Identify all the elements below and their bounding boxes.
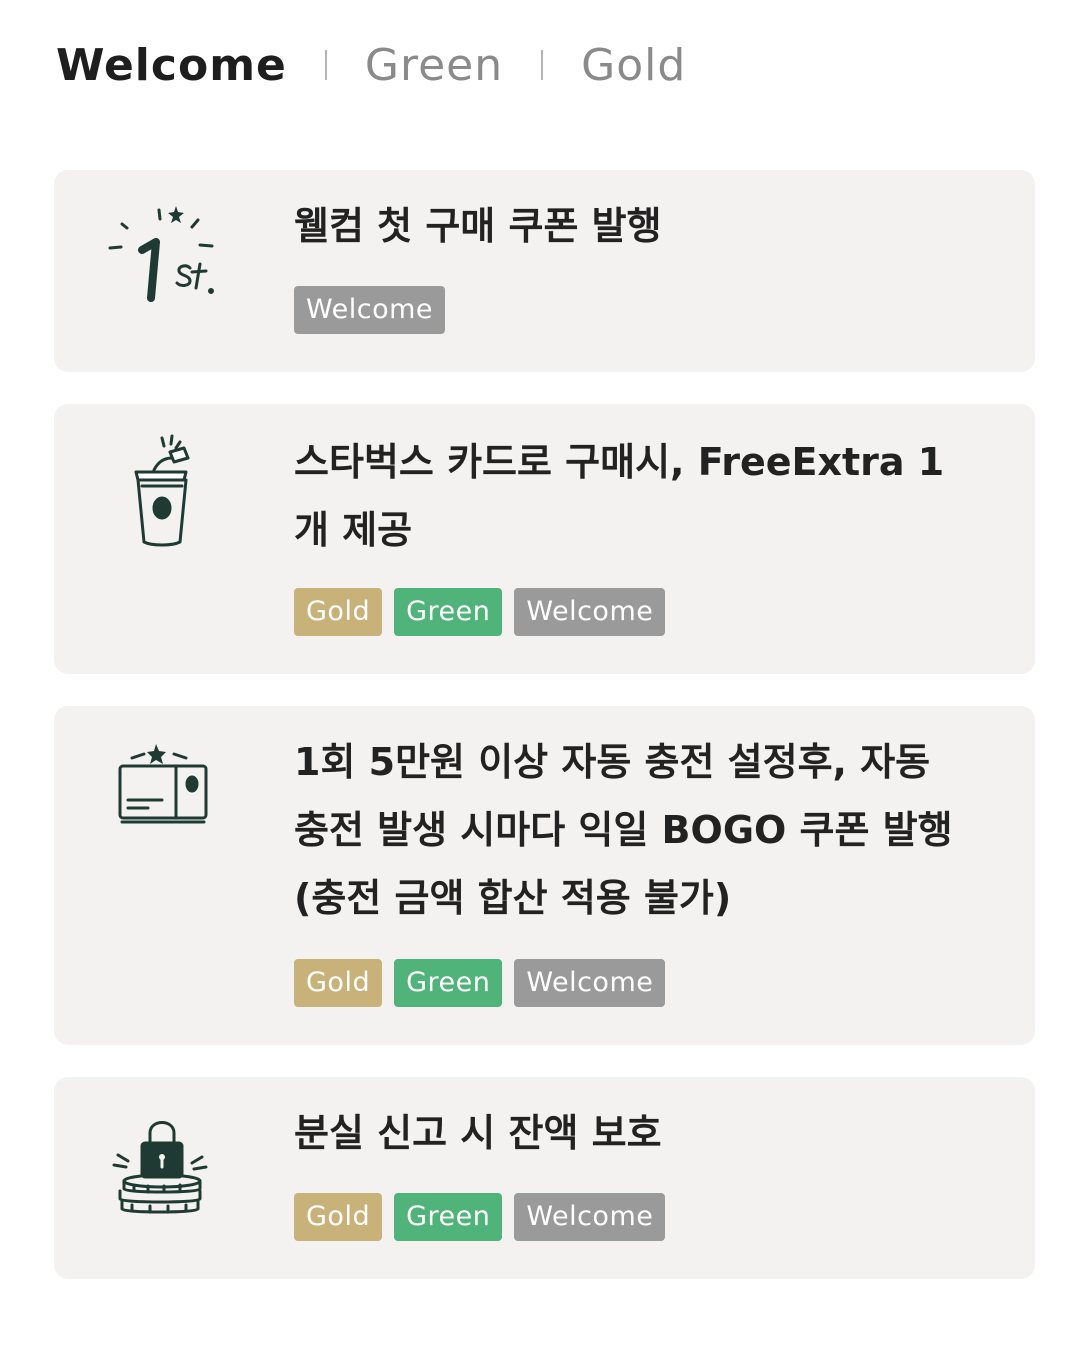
badge-green: Green [394, 959, 503, 1007]
badge-group: Gold Green Welcome [294, 1193, 666, 1241]
benefit-title: 웰컴 첫 구매 쿠폰 발행 [294, 204, 662, 248]
card-charge-icon [104, 736, 220, 852]
badge-gold: Gold [294, 588, 383, 636]
benefit-title: 1회 5만원 이상 자동 충전 설정후, 자동 충전 발생 시마다 익일 BOG… [294, 740, 953, 920]
badge-group: Welcome [294, 286, 446, 334]
tier-tabs: Welcome Green Gold [56, 30, 686, 100]
tab-green[interactable]: Green [365, 40, 503, 91]
benefit-title: 스타벅스 카드로 구매시, FreeExtra 1개 제공 [294, 440, 945, 552]
cup-extra-icon [104, 432, 220, 548]
badge-group: Gold Green Welcome [294, 588, 666, 636]
lock-coins-icon [104, 1107, 220, 1223]
badge-welcome: Welcome [514, 959, 666, 1007]
badge-green: Green [394, 1193, 503, 1241]
badge-welcome: Welcome [514, 588, 666, 636]
badge-gold: Gold [294, 1193, 383, 1241]
benefit-card: 스타벅스 카드로 구매시, FreeExtra 1개 제공 Gold Green… [54, 404, 1035, 674]
benefit-card: 웰컴 첫 구매 쿠폰 발행 Welcome [54, 170, 1035, 372]
badge-green: Green [394, 588, 503, 636]
tab-divider [541, 50, 544, 80]
tab-welcome[interactable]: Welcome [56, 40, 287, 91]
badge-welcome: Welcome [514, 1193, 666, 1241]
first-purchase-icon [104, 198, 220, 314]
benefit-title: 분실 신고 시 잔액 보호 [294, 1111, 662, 1155]
benefit-card: 1회 5만원 이상 자동 충전 설정후, 자동 충전 발생 시마다 익일 BOG… [54, 706, 1035, 1045]
benefit-card: 분실 신고 시 잔액 보호 Gold Green Welcome [54, 1077, 1035, 1279]
badge-group: Gold Green Welcome [294, 959, 666, 1007]
tab-divider [324, 50, 327, 80]
badge-welcome: Welcome [294, 286, 446, 334]
badge-gold: Gold [294, 959, 383, 1007]
tab-gold[interactable]: Gold [581, 40, 686, 91]
